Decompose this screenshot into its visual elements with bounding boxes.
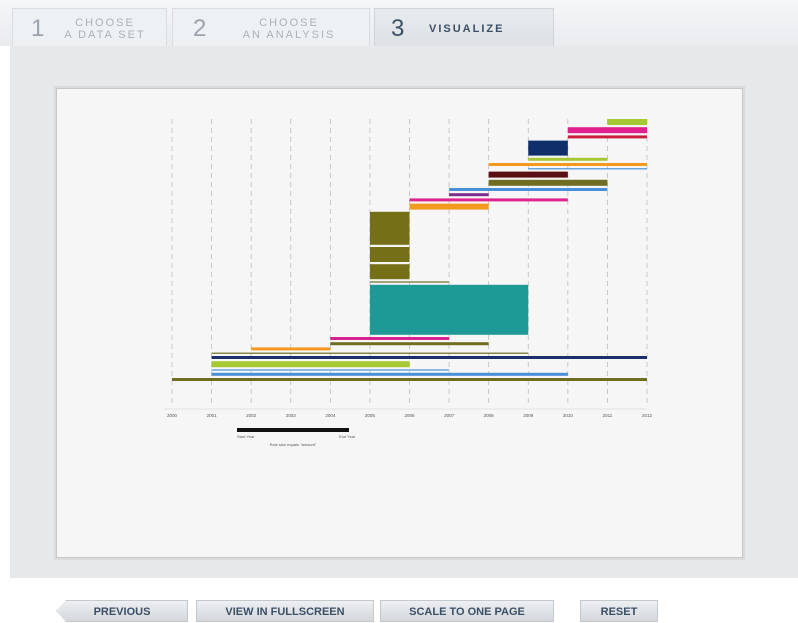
bar: [488, 163, 647, 166]
legend-start-label: Start Year: [237, 434, 255, 439]
bar: [449, 188, 608, 191]
legend-size-bar: [237, 428, 349, 432]
x-tick-label: 2003: [286, 413, 297, 418]
x-tick-label: 2009: [523, 413, 534, 418]
bar: [369, 211, 410, 245]
x-tick-label: 2011: [603, 413, 613, 418]
tab-choose-analysis[interactable]: 2 CHOOSE AN ANALYSIS: [172, 8, 370, 46]
step-number: 1: [31, 15, 45, 42]
previous-button[interactable]: PREVIOUS: [56, 600, 188, 622]
tab-label-line2: AN ANALYSIS: [242, 29, 336, 41]
x-tick-label: 2004: [325, 413, 336, 418]
x-tick-label: 2008: [484, 413, 495, 418]
x-tick-label: 2007: [444, 413, 455, 418]
x-tick-label: 2006: [404, 413, 415, 418]
legend-note: Row size equals "amount": [270, 442, 317, 447]
step-number: 2: [193, 15, 207, 42]
bar: [449, 193, 489, 197]
bar: [172, 378, 647, 381]
tab-label-line2: A DATA SET: [64, 29, 146, 41]
x-tick-label: 2002: [246, 413, 257, 418]
bar: [369, 247, 410, 262]
bar: [607, 119, 647, 125]
bar: [369, 281, 450, 283]
x-tick-label: 2010: [563, 413, 574, 418]
bar: [369, 284, 529, 335]
bar: [528, 157, 608, 161]
x-tick-label: 2012: [642, 413, 653, 418]
tab-label-line1: CHOOSE: [75, 17, 135, 29]
bar: [330, 337, 450, 340]
bar: [488, 171, 568, 178]
bar: [330, 342, 489, 346]
scale-to-one-page-button[interactable]: SCALE TO ONE PAGE: [380, 600, 554, 622]
view-fullscreen-button[interactable]: VIEW IN FULLSCREEN: [196, 600, 374, 622]
bar: [211, 361, 410, 368]
bar: [567, 127, 647, 134]
step-tab-bar: 1 CHOOSE A DATA SET 2 CHOOSE AN ANALYSIS…: [0, 0, 798, 46]
reset-button[interactable]: RESET: [580, 600, 658, 622]
bar: [211, 352, 529, 354]
tab-choose-data-set[interactable]: 1 CHOOSE A DATA SET: [12, 8, 167, 46]
bar: [211, 369, 450, 371]
legend-end-label: End Year: [339, 434, 356, 439]
bar: [567, 135, 647, 139]
step-number: 3: [391, 15, 405, 42]
x-tick-label: 2005: [365, 413, 376, 418]
bar: [409, 203, 489, 210]
bar: [369, 264, 410, 280]
x-tick-label: 2000: [167, 413, 178, 418]
bar: [211, 372, 568, 376]
tab-visualize[interactable]: 3 VISUALIZE: [374, 8, 554, 46]
timeline-chart: 2000 2001 2002 2003 2004 2005 2006 2007 2008 2009…: [164, 119, 653, 447]
bar: [251, 347, 331, 351]
bar: [488, 179, 608, 186]
bar: [528, 168, 647, 170]
chart-page: 2000 2001 2002 2003 2004 2005 2006 2007 2008 2009…: [56, 88, 743, 558]
x-tick-label: 2001: [207, 413, 218, 418]
tab-label: VISUALIZE: [429, 23, 505, 35]
bar: [528, 140, 568, 156]
tab-label-line1: CHOOSE: [259, 17, 319, 29]
bar: [211, 356, 648, 359]
bar: [409, 198, 568, 202]
